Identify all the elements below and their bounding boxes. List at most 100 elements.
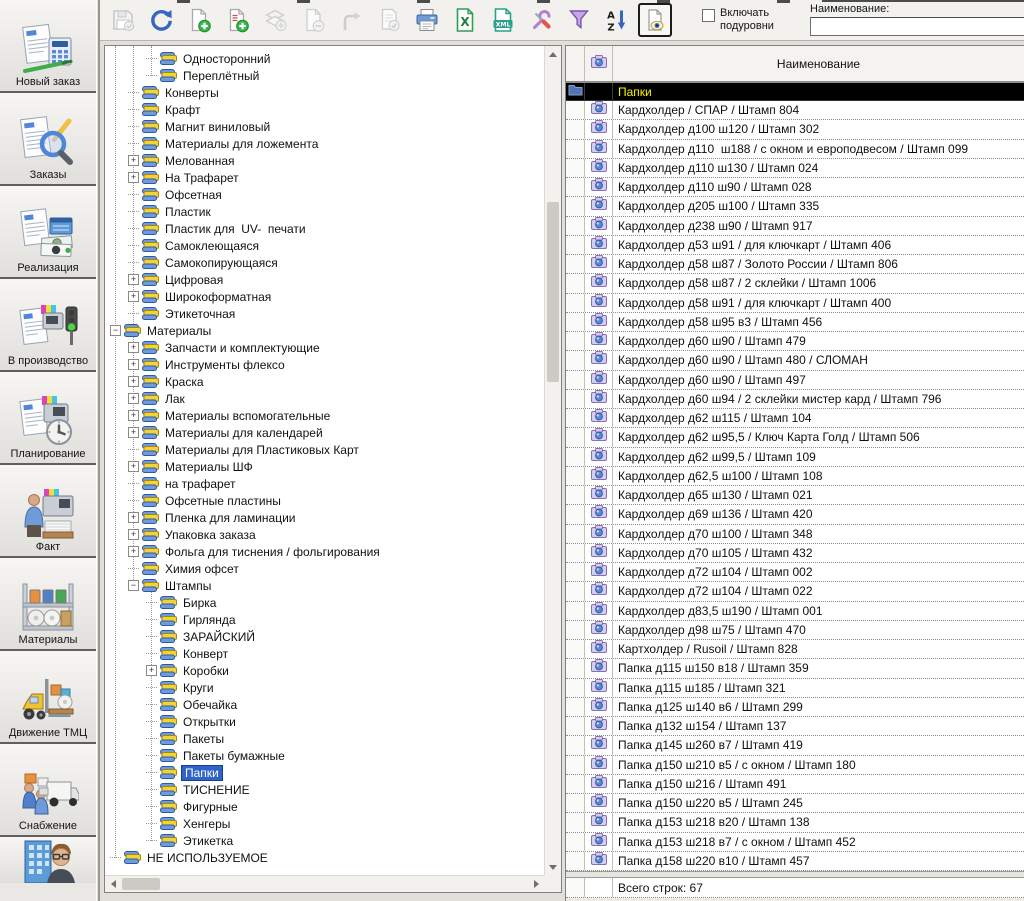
expand-plus-icon[interactable]: + [128, 393, 139, 404]
tree-item[interactable]: Самокопирующаяся [106, 254, 544, 271]
tree-item[interactable]: Магнит виниловый [106, 118, 544, 135]
table-row[interactable]: Кардхолдер д58 ш91 / для ключкарт / Штам… [566, 294, 1024, 313]
table-row[interactable]: Кардхолдер д62 ш115 / Штамп 104 [566, 409, 1024, 428]
tree-item[interactable]: ТИСНЕНИЕ [106, 781, 544, 798]
table-row[interactable]: Кардхолдер д60 ш90 / Штамп 480 / СЛОМАН [566, 351, 1024, 370]
tree-item[interactable]: Этикетка [106, 832, 544, 849]
tree-item[interactable]: ЗАРАЙСКИЙ [106, 628, 544, 645]
table-row[interactable]: Кардхолдер д98 ш75 / Штамп 470 [566, 621, 1024, 640]
tree-item[interactable]: Хенгеры [106, 815, 544, 832]
tree-item[interactable]: +Цифровая [106, 271, 544, 288]
tree-item[interactable]: +Мелованная [106, 152, 544, 169]
tree-item[interactable]: +На Трафарет [106, 169, 544, 186]
expand-plus-icon[interactable]: + [128, 376, 139, 387]
tree-item[interactable]: +Широкоформатная [106, 288, 544, 305]
expand-plus-icon[interactable]: + [128, 359, 139, 370]
table-row[interactable]: Картхолдер / Rusoil / Штамп 828 [566, 640, 1024, 659]
table-row[interactable]: Папка д153 ш218 в7 / с окном / Штамп 452 [566, 833, 1024, 852]
scroll-down-icon[interactable] [545, 859, 561, 875]
table-row[interactable]: Кардхолдер д70 ш105 / Штамп 432 [566, 544, 1024, 563]
expand-plus-icon[interactable]: + [128, 529, 139, 540]
sidebar-item-fact[interactable]: Факт [0, 465, 96, 558]
table-row[interactable]: Кардхолдер д58 ш87 / Золото России / Шта… [566, 255, 1024, 274]
settings-button[interactable] [524, 3, 558, 37]
table-row[interactable]: Кардхолдер д70 ш100 / Штамп 348 [566, 525, 1024, 544]
expand-plus-icon[interactable]: + [128, 291, 139, 302]
tree-item[interactable]: +Коробки [106, 662, 544, 679]
sidebar-item-orders[interactable]: Заказы [0, 93, 96, 186]
table-row[interactable]: Кардхолдер д110 ш130 / Штамп 024 [566, 159, 1024, 178]
table-row[interactable]: Кардхолдер д83,5 ш190 / Штамп 001 [566, 602, 1024, 621]
add-record-button[interactable] [182, 3, 216, 37]
tree-item[interactable]: +Материалы для календарей [106, 424, 544, 441]
tree-item[interactable]: +Краска [106, 373, 544, 390]
tree-horizontal-scrollbar[interactable] [105, 875, 544, 892]
scroll-left-icon[interactable] [105, 876, 121, 892]
table-row[interactable]: Кардхолдер д62,5 ш100 / Штамп 108 [566, 467, 1024, 486]
tree-item[interactable]: Папки [106, 764, 544, 781]
table-row[interactable]: Папка д150 ш216 / Штамп 491 [566, 775, 1024, 794]
name-filter-input[interactable] [810, 17, 1024, 36]
tree-item[interactable]: +Запчасти и комплектующие [106, 339, 544, 356]
tree-item[interactable]: Односторонний [106, 50, 544, 67]
tree-item[interactable]: Офсетная [106, 186, 544, 203]
checkbox-box-icon[interactable] [702, 9, 715, 22]
table-row[interactable]: Папка д158 ш220 в10 / Штамп 457 [566, 852, 1024, 871]
expand-plus-icon[interactable]: + [128, 155, 139, 166]
sidebar-item-office[interactable] [0, 837, 96, 883]
name-column-header[interactable]: Наименование [613, 46, 1024, 81]
include-sublevels-checkbox[interactable]: Включать подуровни [702, 7, 794, 33]
group-row[interactable]: Папки [566, 83, 1024, 101]
tree-item[interactable]: Бирка [106, 594, 544, 611]
collapse-minus-icon[interactable]: − [128, 580, 139, 591]
tree-item[interactable]: Конверт [106, 645, 544, 662]
table-row[interactable]: Кардхолдер д100 ш120 / Штамп 302 [566, 120, 1024, 139]
tree-item[interactable]: Крафт [106, 101, 544, 118]
table-row[interactable]: Папка д150 ш210 в5 / с окном / Штамп 180 [566, 756, 1024, 775]
sidebar-item-new-order[interactable]: Новый заказ [0, 0, 96, 93]
export-excel-button[interactable]: X [448, 3, 482, 37]
print-button[interactable] [410, 3, 444, 37]
tree-item[interactable]: Пакеты [106, 730, 544, 747]
table-row[interactable]: Папка д145 ш260 в7 / Штамп 419 [566, 736, 1024, 755]
sidebar-item-sales[interactable]: Реализация [0, 186, 96, 279]
table-row[interactable]: Кардхолдер д58 ш95 в3 / Штамп 456 [566, 313, 1024, 332]
tree-item[interactable]: +Материалы вспомогательные [106, 407, 544, 424]
table-row[interactable]: Кардхолдер д72 ш104 / Штамп 022 [566, 582, 1024, 601]
table-row[interactable]: Кардхолдер д69 ш136 / Штамп 420 [566, 505, 1024, 524]
tree-item[interactable]: Конверты [106, 84, 544, 101]
sidebar-item-goods-movement[interactable]: Движение ТМЦ [0, 651, 96, 744]
expand-plus-icon[interactable]: + [128, 274, 139, 285]
expand-plus-icon[interactable]: + [128, 427, 139, 438]
scrollbar-thumb[interactable] [122, 878, 160, 890]
sort-az-button[interactable]: AZ [600, 3, 634, 37]
tree-item[interactable]: Гирлянда [106, 611, 544, 628]
tree-item[interactable]: +Инструменты флексо [106, 356, 544, 373]
tree-item[interactable]: +Упаковка заказа [106, 526, 544, 543]
tree-item[interactable]: +Фольга для тиснения / фольгирования [106, 543, 544, 560]
scroll-right-icon[interactable] [528, 876, 544, 892]
expand-plus-icon[interactable]: + [128, 461, 139, 472]
tree-item[interactable]: Офсетные пластины [106, 492, 544, 509]
tree-item[interactable]: на трафарет [106, 475, 544, 492]
table-row[interactable]: Кардхолдер д205 ш100 / Штамп 335 [566, 197, 1024, 216]
tree-item[interactable]: Переплётный [106, 67, 544, 84]
tree-item[interactable]: +Пленка для ламинации [106, 509, 544, 526]
sidebar-splitter[interactable] [98, 0, 100, 901]
table-row[interactable]: Кардхолдер д72 ш104 / Штамп 002 [566, 563, 1024, 582]
table-row[interactable]: Папка д115 ш150 в18 / Штамп 359 [566, 659, 1024, 678]
tree-item[interactable]: Обечайка [106, 696, 544, 713]
refresh-button[interactable] [144, 3, 178, 37]
tree-item[interactable]: Пакеты бумажные [106, 747, 544, 764]
tree-item[interactable]: Материалы для Пластиковых Карт [106, 441, 544, 458]
table-row[interactable]: Папка д125 ш140 в6 / Штамп 299 [566, 698, 1024, 717]
sidebar-item-supply[interactable]: Снабжение [0, 744, 96, 837]
tree-item[interactable]: Пластик для UV- печати [106, 220, 544, 237]
tree-item[interactable]: Этикеточная [106, 305, 544, 322]
table-row[interactable]: Папка д115 ш185 / Штамп 321 [566, 679, 1024, 698]
table-row[interactable]: Кардхолдер / СПАР / Штамп 804 [566, 101, 1024, 120]
expand-plus-icon[interactable]: + [128, 512, 139, 523]
tree-item[interactable]: Самоклеющаяся [106, 237, 544, 254]
scroll-up-icon[interactable] [545, 46, 561, 62]
table-row[interactable]: Кардхолдер д58 ш87 / 2 склейки / Штамп 1… [566, 274, 1024, 293]
